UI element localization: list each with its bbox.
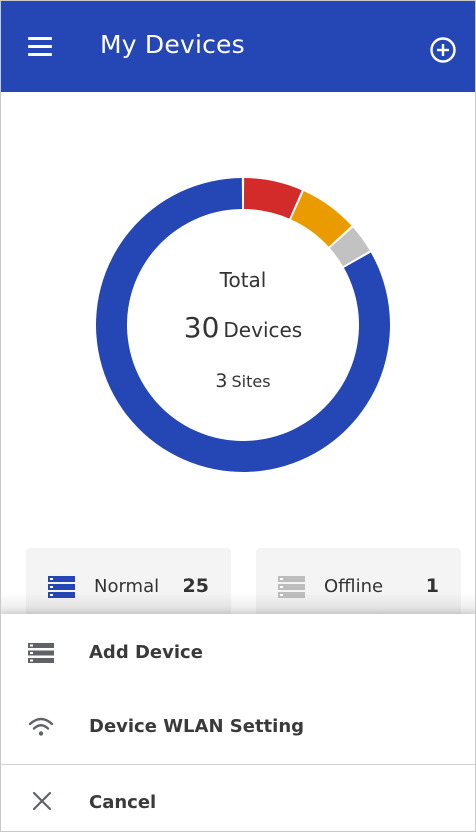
divider bbox=[1, 764, 475, 765]
add-device-label: Add Device bbox=[89, 642, 203, 663]
donut-chart[interactable] bbox=[1, 92, 476, 522]
donut-slice[interactable] bbox=[243, 178, 302, 219]
site-count: 3 bbox=[215, 370, 228, 392]
device-count: 30 bbox=[183, 311, 220, 344]
device-wlan-setting-option[interactable]: Device WLAN Setting bbox=[1, 699, 475, 759]
page-title: My Devices bbox=[100, 30, 245, 59]
wifi-icon bbox=[28, 717, 54, 736]
app-screen: My Devices Total 30 Devices 3 Sites Normal… bbox=[0, 0, 476, 832]
hamburger-menu-icon[interactable] bbox=[26, 34, 56, 60]
total-label: Total bbox=[219, 268, 267, 292]
server-stack-icon bbox=[28, 643, 54, 663]
app-bar: My Devices bbox=[1, 1, 475, 92]
cancel-option[interactable]: Cancel bbox=[1, 773, 475, 831]
close-icon bbox=[32, 791, 52, 811]
cancel-label: Cancel bbox=[89, 792, 157, 813]
add-device-option[interactable]: Add Device bbox=[1, 624, 475, 684]
add-circle-icon[interactable] bbox=[429, 36, 457, 64]
device-unit: Devices bbox=[223, 318, 303, 342]
device-count-line: 30 Devices bbox=[1, 311, 475, 344]
action-sheet: Add Device Device WLAN Setting Cancel bbox=[1, 614, 475, 831]
site-count-line: 3 Sites bbox=[1, 370, 475, 392]
sheet-backdrop-shadow bbox=[1, 593, 475, 615]
device-summary-chart: Total 30 Devices 3 Sites bbox=[1, 92, 476, 522]
device-wlan-setting-label: Device WLAN Setting bbox=[89, 716, 305, 737]
site-unit: Sites bbox=[231, 372, 271, 391]
